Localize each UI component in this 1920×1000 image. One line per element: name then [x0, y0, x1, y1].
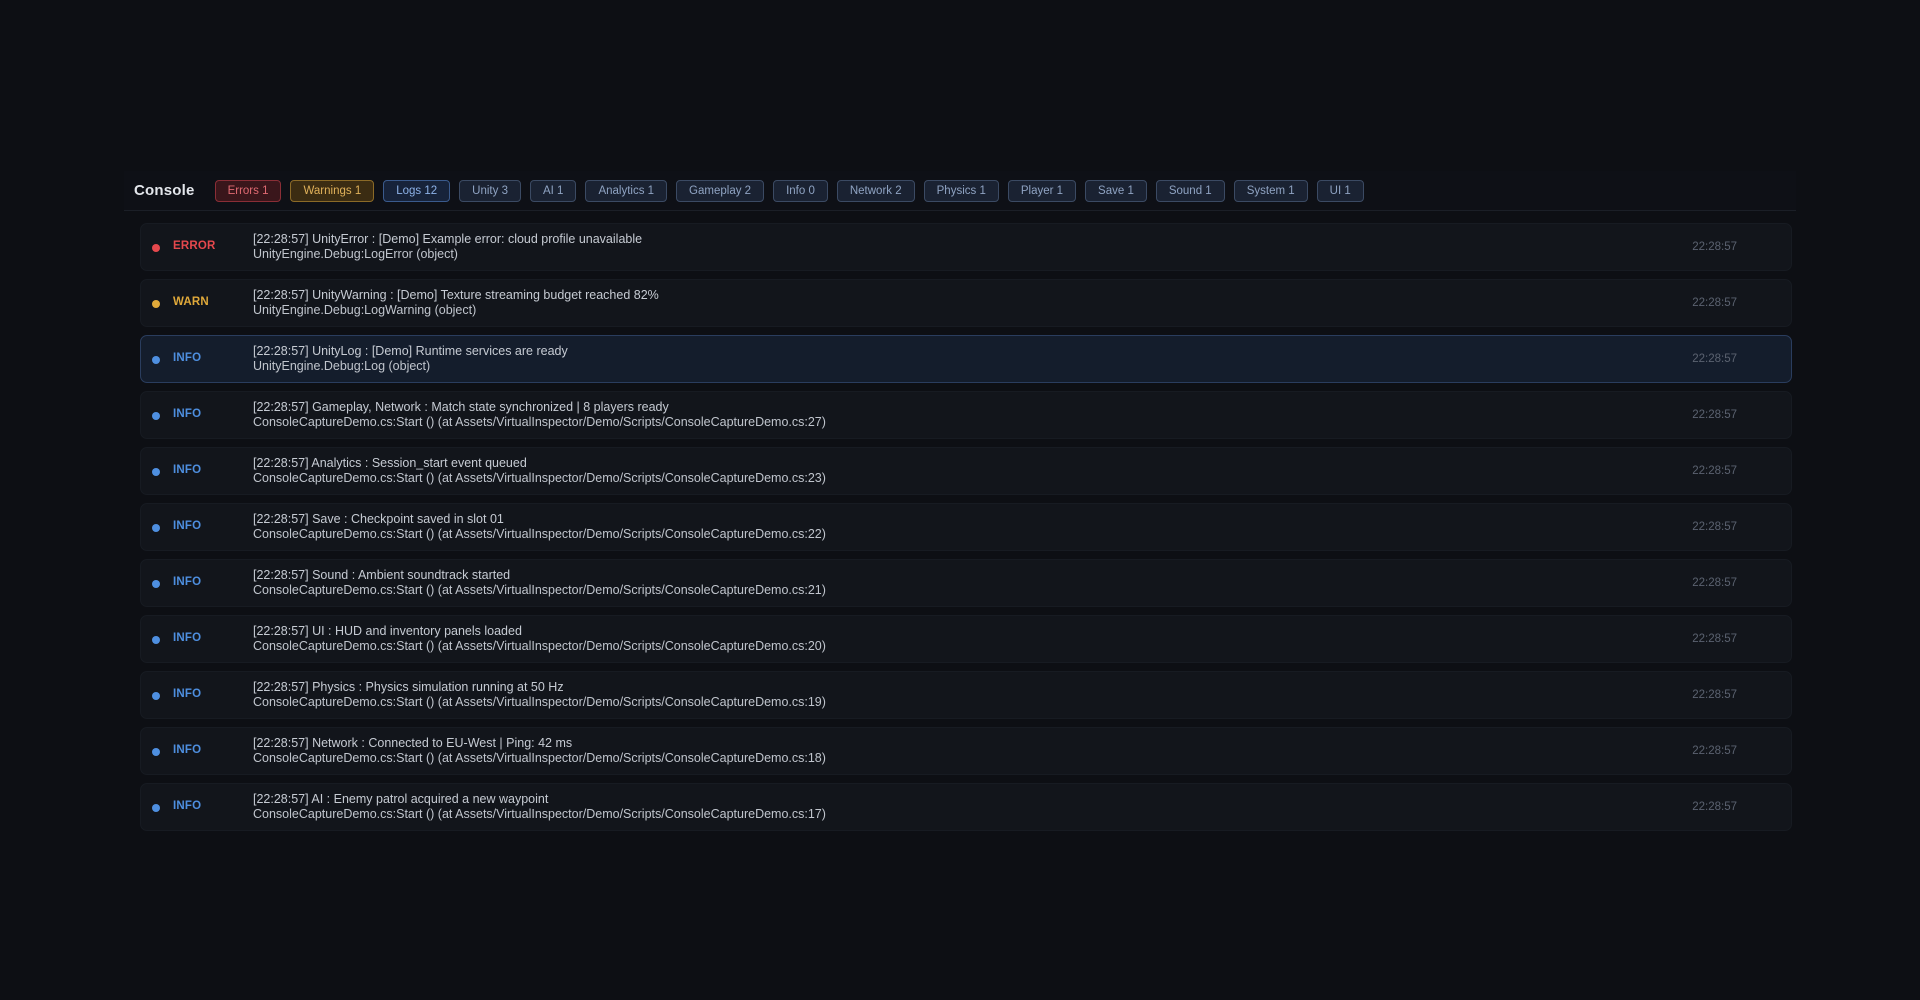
log-level-dot-icon	[152, 692, 160, 700]
filter-chip-warnings[interactable]: Warnings 1	[290, 179, 375, 202]
log-row[interactable]: INFO [22:28:57] UI : HUD and inventory pa…	[140, 615, 1792, 663]
log-level-label: INFO	[173, 520, 202, 532]
log-stack-trace: ConsoleCaptureDemo.cs:Start () (at Asset…	[253, 582, 826, 597]
log-message-text: [22:28:57] UnityLog : [Demo] Runtime ser…	[253, 344, 568, 358]
log-message: [22:28:57] UnityWarning : [Demo] Texture…	[253, 288, 659, 317]
log-timestamp: 22:28:57	[1692, 521, 1737, 533]
log-level-label: INFO	[173, 576, 202, 588]
filter-chips: Errors 1 Warnings 1 Logs 12 Unity 3 AI 1 Anal…	[214, 179, 1373, 202]
log-message-text: [22:28:57] Analytics : Session_start eve…	[253, 456, 527, 470]
log-level-dot-icon	[152, 580, 160, 588]
filter-chip-physics[interactable]: Physics 1	[923, 179, 999, 202]
log-stack-trace: ConsoleCaptureDemo.cs:Start () (at Asset…	[253, 750, 826, 765]
log-level-label: INFO	[173, 800, 202, 812]
log-stack-trace: UnityEngine.Debug:LogWarning (object)	[253, 302, 477, 317]
filter-chip-analytics[interactable]: Analytics 1	[585, 179, 668, 202]
log-message: [22:28:57] UnityLog : [Demo] Runtime ser…	[253, 344, 568, 373]
log-timestamp: 22:28:57	[1692, 801, 1737, 813]
log-stack-trace: ConsoleCaptureDemo.cs:Start () (at Asset…	[253, 414, 826, 429]
log-timestamp: 22:28:57	[1692, 353, 1737, 365]
log-level-label: WARN	[173, 296, 209, 308]
log-message-text: [22:28:57] Save : Checkpoint saved in sl…	[253, 512, 504, 526]
log-level-dot-icon	[152, 804, 160, 812]
log-message-text: [22:28:57] AI : Enemy patrol acquired a …	[253, 792, 549, 806]
console-toolbar: Console Errors 1 Warnings 1 Logs 12 Unity 3…	[124, 171, 1796, 211]
log-stack-trace: ConsoleCaptureDemo.cs:Start () (at Asset…	[253, 470, 826, 485]
log-message: [22:28:57] UnityError : [Demo] Example e…	[253, 232, 642, 261]
log-level-label: INFO	[173, 408, 202, 420]
log-level-label: INFO	[173, 352, 202, 364]
log-level-label: INFO	[173, 632, 202, 644]
log-level-dot-icon	[152, 356, 160, 364]
log-message: [22:28:57] Network : Connected to EU-Wes…	[253, 736, 826, 765]
log-message-text: [22:28:57] UI : HUD and inventory panels…	[253, 624, 522, 638]
log-level-label: INFO	[173, 744, 202, 756]
log-level-dot-icon	[152, 412, 160, 420]
log-level-label: INFO	[173, 464, 202, 476]
log-timestamp: 22:28:57	[1692, 409, 1737, 421]
log-message-text: [22:28:57] Network : Connected to EU-Wes…	[253, 736, 573, 750]
log-row[interactable]: ERROR [22:28:57] UnityError : [Demo] Exam…	[140, 223, 1792, 271]
log-stack-trace: UnityEngine.Debug:Log (object)	[253, 358, 431, 373]
log-message: [22:28:57] Save : Checkpoint saved in sl…	[253, 512, 826, 541]
log-stack-trace: ConsoleCaptureDemo.cs:Start () (at Asset…	[253, 806, 826, 821]
log-level-dot-icon	[152, 300, 160, 308]
log-stack-trace: ConsoleCaptureDemo.cs:Start () (at Asset…	[253, 638, 826, 653]
filter-chip-ai[interactable]: AI 1	[529, 179, 577, 202]
filter-chip-save[interactable]: Save 1	[1085, 179, 1147, 202]
log-message-text: [22:28:57] Physics : Physics simulation …	[253, 680, 564, 694]
log-level-dot-icon	[152, 748, 160, 756]
console-title: Console	[134, 182, 195, 199]
log-row[interactable]: INFO [22:28:57] UnityLog : [Demo] Runtime…	[140, 335, 1792, 383]
log-row[interactable]: INFO [22:28:57] Save : Checkpoint saved i…	[140, 503, 1792, 551]
filter-chip-errors[interactable]: Errors 1	[214, 179, 282, 202]
log-message: [22:28:57] Sound : Ambient soundtrack st…	[253, 568, 826, 597]
log-row[interactable]: INFO [22:28:57] Network : Connected to EU…	[140, 727, 1792, 775]
log-stack-trace: ConsoleCaptureDemo.cs:Start () (at Asset…	[253, 694, 826, 709]
log-timestamp: 22:28:57	[1692, 241, 1737, 253]
log-timestamp: 22:28:57	[1692, 577, 1737, 589]
log-list: ERROR [22:28:57] UnityError : [Demo] Exam…	[140, 223, 1792, 839]
log-row[interactable]: INFO [22:28:57] Physics : Physics simulat…	[140, 671, 1792, 719]
log-level-label: INFO	[173, 688, 202, 700]
log-timestamp: 22:28:57	[1692, 745, 1737, 757]
log-row[interactable]: INFO [22:28:57] Gameplay, Network : Match…	[140, 391, 1792, 439]
log-message-text: [22:28:57] UnityWarning : [Demo] Texture…	[253, 288, 659, 302]
filter-chip-player[interactable]: Player 1	[1007, 179, 1077, 202]
log-row[interactable]: WARN [22:28:57] UnityWarning : [Demo] Tex…	[140, 279, 1792, 327]
log-timestamp: 22:28:57	[1692, 689, 1737, 701]
log-message-text: [22:28:57] Gameplay, Network : Match sta…	[253, 400, 669, 414]
filter-chip-network[interactable]: Network 2	[836, 179, 915, 202]
log-level-dot-icon	[152, 524, 160, 532]
log-stack-trace: UnityEngine.Debug:LogError (object)	[253, 246, 458, 261]
log-timestamp: 22:28:57	[1692, 633, 1737, 645]
log-level-dot-icon	[152, 468, 160, 476]
log-timestamp: 22:28:57	[1692, 465, 1737, 477]
filter-chip-ui[interactable]: UI 1	[1316, 179, 1364, 202]
log-message: [22:28:57] Physics : Physics simulation …	[253, 680, 826, 709]
log-level-dot-icon	[152, 636, 160, 644]
filter-chip-info[interactable]: Info 0	[773, 179, 828, 202]
log-level-label: ERROR	[173, 240, 216, 252]
filter-chip-gameplay[interactable]: Gameplay 2	[676, 179, 765, 202]
filter-chip-unity[interactable]: Unity 3	[459, 179, 521, 202]
log-timestamp: 22:28:57	[1692, 297, 1737, 309]
log-message: [22:28:57] AI : Enemy patrol acquired a …	[253, 792, 826, 821]
console-panel: Console Errors 1 Warnings 1 Logs 12 Unity 3…	[124, 171, 1796, 841]
log-message: [22:28:57] Analytics : Session_start eve…	[253, 456, 826, 485]
log-row[interactable]: INFO [22:28:57] Analytics : Session_start…	[140, 447, 1792, 495]
log-stack-trace: ConsoleCaptureDemo.cs:Start () (at Asset…	[253, 526, 826, 541]
log-row[interactable]: INFO [22:28:57] AI : Enemy patrol acquire…	[140, 783, 1792, 831]
filter-chip-sound[interactable]: Sound 1	[1155, 179, 1225, 202]
log-message: [22:28:57] UI : HUD and inventory panels…	[253, 624, 826, 653]
log-message: [22:28:57] Gameplay, Network : Match sta…	[253, 400, 826, 429]
filter-chip-logs[interactable]: Logs 12	[383, 179, 451, 202]
log-message-text: [22:28:57] UnityError : [Demo] Example e…	[253, 232, 643, 246]
log-row[interactable]: INFO [22:28:57] Sound : Ambient soundtrac…	[140, 559, 1792, 607]
log-message-text: [22:28:57] Sound : Ambient soundtrack st…	[253, 568, 511, 582]
filter-chip-system[interactable]: System 1	[1233, 179, 1308, 202]
log-level-dot-icon	[152, 244, 160, 252]
